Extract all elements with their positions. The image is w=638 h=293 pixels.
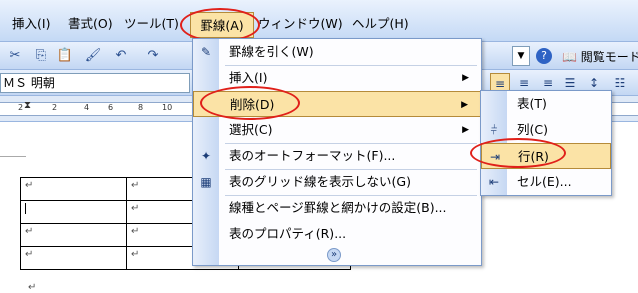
table-cell[interactable]: ↵ (20, 223, 127, 247)
undo-icon[interactable]: ↶ (112, 47, 130, 65)
menu-item-autoformat[interactable]: ✦ 表のオートフォーマット(F)... (193, 143, 481, 169)
submenu-arrow-icon: ▶ (461, 100, 468, 110)
menu-item-label: 選択(C) (229, 122, 273, 137)
ruler-number: 10 (162, 103, 173, 112)
annotation-circle-row (470, 138, 566, 168)
menu-item-label: 表(T) (517, 96, 547, 111)
book-icon: 📖 (562, 50, 577, 64)
menu-item-delete-table[interactable]: 表(T) (481, 91, 611, 117)
autoformat-icon: ✦ (200, 149, 212, 163)
read-mode-button[interactable]: 📖 閲覧モード (562, 48, 638, 65)
ruler-number: 2 (52, 103, 58, 112)
menu-help[interactable]: ヘルプ(H) (352, 14, 409, 34)
format-painter-icon[interactable]: 🖌 (84, 47, 102, 65)
grid-icon: ▦ (200, 175, 212, 189)
menu-insert[interactable]: 挿入(I) (12, 14, 50, 34)
ruler-number: 6 (108, 103, 114, 112)
bullets-icon[interactable]: ☷ (610, 73, 630, 93)
annotation-circle-menu (180, 8, 260, 42)
font-name-field[interactable]: ＭＳ 明朝 (0, 73, 190, 93)
column-delete-icon: ⫩ (490, 123, 498, 137)
ruler-number: 4 (84, 103, 90, 112)
menu-item-label: 表のオートフォーマット(F)... (229, 148, 396, 163)
ruler-number: 2 (18, 103, 24, 112)
menu-item-label: 表のグリッド線を表示しない(G) (229, 174, 411, 189)
ruled-line-menu: ✎ 罫線を引く(W) 挿入(I) ▶ 削除(D) ▶ 選択(C) ▶ ✦ 表のオ… (192, 38, 482, 266)
menu-item-label: 罫線を引く(W) (229, 44, 314, 59)
menu-tools[interactable]: ツール(T) (124, 14, 179, 34)
menu-item-draw-table[interactable]: ✎ 罫線を引く(W) (193, 39, 481, 65)
menu-format[interactable]: 書式(O) (68, 14, 113, 34)
pencil-icon: ✎ (200, 45, 212, 59)
menu-item-label: 線種とページ罫線と網かけの設定(B)... (229, 200, 447, 215)
menu-window[interactable]: ウィンドウ(W) (258, 14, 343, 34)
menu-item-label: セル(E)... (517, 174, 572, 189)
copy-icon[interactable]: ⎘ (32, 47, 50, 65)
menu-item-delete-cell[interactable]: ⇤ セル(E)... (481, 169, 611, 195)
menu-bar: 挿入(I) 書式(O) ツール(T) 罫線(A) ウィンドウ(W) ヘルプ(H) (0, 0, 638, 42)
menu-item-label: 表のプロパティ(R)... (229, 226, 347, 241)
table-delete-icon (485, 95, 503, 113)
zoom-dropdown[interactable]: ▼ (512, 46, 530, 66)
read-mode-label: 閲覧モード (580, 50, 638, 64)
submenu-arrow-icon: ▶ (462, 73, 469, 83)
table-cell[interactable] (20, 200, 127, 224)
menu-item-table-properties[interactable]: 表のプロパティ(R)... (193, 221, 481, 247)
help-icon[interactable]: ? (536, 48, 552, 64)
table-cell[interactable]: ↵ (20, 246, 127, 270)
paragraph-mark: ↵ (28, 282, 37, 293)
paste-icon[interactable]: 📋 (56, 47, 74, 65)
menu-item-hide-gridlines[interactable]: ▦ 表のグリッド線を表示しない(G) (193, 169, 481, 195)
menu-item-select[interactable]: 選択(C) ▶ (193, 117, 481, 143)
table-cell[interactable]: ↵ (20, 177, 127, 201)
annotation-circle-delete (200, 86, 300, 120)
text-cursor (25, 203, 30, 214)
margin-mark (0, 156, 26, 157)
ruler-number: 8 (138, 103, 144, 112)
cell-delete-icon: ⇤ (488, 175, 500, 189)
cut-icon[interactable]: ✂ (6, 47, 24, 65)
expand-menu-icon[interactable]: » (327, 248, 341, 262)
indent-marker-icon[interactable]: ⧗ (24, 100, 31, 111)
menu-item-borders-shading[interactable]: 線種とページ罫線と網かけの設定(B)... (193, 195, 481, 221)
redo-icon[interactable]: ↷ (144, 47, 162, 65)
submenu-arrow-icon: ▶ (462, 125, 469, 135)
